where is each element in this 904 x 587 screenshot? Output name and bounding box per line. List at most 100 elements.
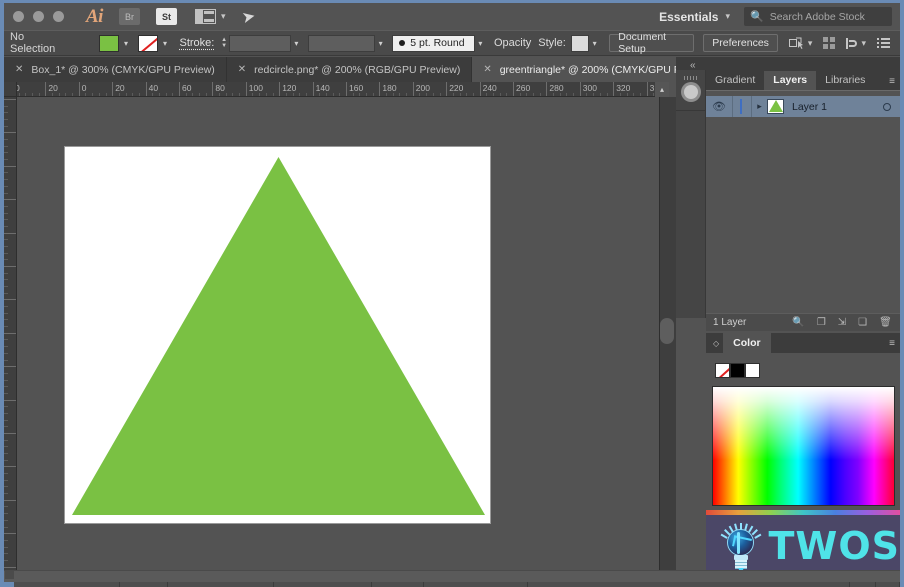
stroke-label[interactable]: Stroke: <box>179 37 214 49</box>
stock-search-input[interactable]: 🔍 Search Adobe Stock <box>744 7 892 26</box>
color-swatch-white[interactable] <box>745 363 760 378</box>
color-swatch-black[interactable] <box>730 363 745 378</box>
ruler-tick <box>513 82 514 96</box>
ruler-label: 240 <box>482 83 497 93</box>
ruler-label: 3 <box>649 83 655 93</box>
status-segment <box>850 582 876 587</box>
chevron-down-icon[interactable]: ▾ <box>375 35 386 52</box>
brush-definition-field[interactable]: 5 pt. Round <box>392 34 475 52</box>
bridge-button[interactable]: Br <box>118 8 140 25</box>
graphic-style-swatch[interactable] <box>570 34 590 52</box>
opacity-label[interactable]: Opacity <box>494 37 531 49</box>
layer-name-label[interactable]: Layer 1 <box>792 101 827 113</box>
panel-tab-group: Gradient Layers Libraries ≡ <box>706 70 900 90</box>
ruler-tick <box>4 266 16 267</box>
artboard[interactable] <box>64 146 491 524</box>
ruler-collapse-button[interactable]: ▴ <box>655 82 669 97</box>
ruler-minor-tick <box>4 319 8 321</box>
status-segment <box>14 582 120 587</box>
close-icon[interactable]: ✕ <box>483 64 491 75</box>
panel-options-button[interactable] <box>877 38 890 48</box>
horizontal-ruler[interactable]: 0 20 0 20 40 60 80 100 120 140 160 180 200 220 240 260 2… <box>4 82 659 97</box>
ruler-origin-corner[interactable] <box>4 82 17 97</box>
close-icon[interactable]: ✕ <box>15 64 23 75</box>
make-clipping-mask-icon[interactable]: ❐ <box>817 317 826 328</box>
canvas-area[interactable] <box>17 97 659 570</box>
scrollbar-grip[interactable] <box>660 318 674 344</box>
document-tab-greentriangle[interactable]: ✕ greentriangle* @ 200% (CMYK/GPU Previe… <box>472 57 676 82</box>
close-window-button[interactable] <box>13 11 24 22</box>
ruler-minor-tick <box>4 526 8 528</box>
panel-menu-icon[interactable]: ≡ <box>889 76 895 90</box>
green-triangle-shape[interactable] <box>65 147 492 525</box>
brush-definition-label: 5 pt. Round <box>410 37 465 49</box>
color-guide-icon[interactable] <box>681 82 701 102</box>
create-sublayer-icon[interactable]: ⇲ <box>838 317 846 328</box>
ruler-minor-tick <box>4 346 8 348</box>
variable-width-profile-field[interactable] <box>307 34 376 52</box>
share-plane-icon[interactable]: ➤ <box>241 5 258 27</box>
color-swatch-none[interactable] <box>715 363 730 378</box>
chevron-right-icon[interactable]: ▸ <box>752 101 767 112</box>
chevron-down-icon: ▾ <box>807 37 813 48</box>
tab-color[interactable]: Color <box>723 333 771 353</box>
ruler-minor-tick <box>4 279 8 281</box>
window-controls[interactable] <box>13 11 64 22</box>
document-tab-box1[interactable]: ✕ Box_1* @ 300% (CMYK/GPU Preview) <box>4 57 227 82</box>
layers-panel-body: 👁 ▸ Layer 1 <box>706 90 900 315</box>
chevron-down-icon: ▾ <box>861 37 866 48</box>
new-layer-icon[interactable]: ❏ <box>858 317 867 328</box>
tab-layers[interactable]: Layers <box>764 71 817 90</box>
lock-toggle-cell[interactable] <box>732 96 752 117</box>
minimize-window-button[interactable] <box>33 11 44 22</box>
ruler-tick <box>4 165 16 167</box>
chevron-down-icon[interactable]: ▾ <box>119 35 132 52</box>
document-tab-redcircle[interactable]: ✕ redcircle.png* @ 200% (RGB/GPU Preview… <box>226 57 473 82</box>
vertical-ruler[interactable] <box>4 97 17 570</box>
close-icon[interactable]: ✕ <box>238 64 246 75</box>
document-setup-button[interactable]: Document Setup <box>609 31 695 55</box>
ruler-minor-tick <box>4 386 8 388</box>
fill-control[interactable]: ▾ <box>99 34 132 52</box>
panel-drag-handle[interactable] <box>684 76 699 80</box>
chevron-down-icon[interactable]: ▾ <box>589 35 600 52</box>
stroke-weight-field[interactable] <box>228 34 291 52</box>
chevron-down-icon[interactable]: ▾ <box>158 35 171 52</box>
ruler-minor-tick <box>4 292 8 294</box>
ruler-tick <box>145 82 147 96</box>
locate-object-icon[interactable]: 🔍 <box>792 317 804 328</box>
delete-layer-icon[interactable]: 🗑 <box>879 317 892 328</box>
layer-target-circle[interactable] <box>883 102 891 111</box>
color-spectrum-ramp[interactable] <box>712 386 895 506</box>
fill-swatch[interactable] <box>99 34 120 52</box>
maximize-window-button[interactable] <box>53 11 64 22</box>
ruler-label: 40 <box>148 83 159 93</box>
stroke-color-control[interactable]: ▾ <box>138 34 171 52</box>
workspace-switcher[interactable]: Essentials ▾ 🔍 Search Adobe Stock <box>659 7 900 26</box>
layers-panel-footer: 1 Layer 🔍 ❐ ⇲ ❏ 🗑 <box>706 313 900 331</box>
tab-gradient[interactable]: Gradient <box>706 71 764 90</box>
ruler-label: 120 <box>282 83 297 93</box>
select-similar-button[interactable]: ▾ <box>788 37 813 50</box>
stock-button[interactable]: St <box>155 8 177 25</box>
chevron-down-icon[interactable]: ▾ <box>475 35 486 52</box>
ruler-minor-tick <box>4 172 8 174</box>
arrange-documents-button[interactable]: ▾ <box>194 9 225 24</box>
tab-libraries[interactable]: Libraries <box>816 71 874 90</box>
illustrator-window: Ai Br St ▾ ➤ Essentials ▾ 🔍 Search Adobe… <box>0 0 904 587</box>
chevron-collapse-icon[interactable]: ◇ <box>713 339 719 348</box>
chevron-down-icon[interactable]: ▾ <box>291 35 302 52</box>
color-panel-menu-icon[interactable]: ≡ <box>889 338 895 349</box>
ruler-minor-tick <box>4 112 8 114</box>
distribute-button[interactable]: ▾ <box>846 37 866 49</box>
eye-icon[interactable]: 👁 <box>706 100 732 113</box>
ruler-minor-tick <box>4 559 8 561</box>
stroke-weight-stepper[interactable]: ▲ ▼ <box>219 35 228 52</box>
ruler-tick <box>4 533 16 535</box>
status-bar <box>4 570 900 582</box>
stroke-swatch-none[interactable] <box>138 34 159 52</box>
align-panel-button[interactable] <box>823 37 836 49</box>
layer-row[interactable]: 👁 ▸ Layer 1 <box>706 96 900 117</box>
preferences-button[interactable]: Preferences <box>703 34 778 52</box>
ruler-minor-tick <box>4 539 8 541</box>
